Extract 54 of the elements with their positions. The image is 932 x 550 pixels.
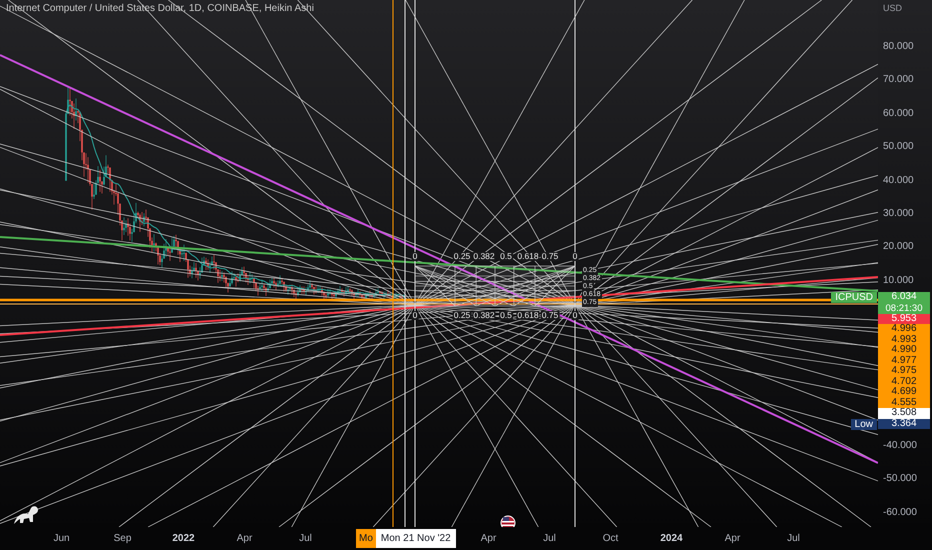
price-value: 3.364 (891, 418, 917, 429)
fib-level-label: 0 (572, 252, 578, 261)
time-axis-label: Jul (542, 533, 557, 544)
dinosaur-icon (14, 506, 38, 524)
price-tick-label: 40.000 (883, 174, 914, 186)
price-value: 4.975 (891, 366, 917, 376)
fib-level-label: 0.382 (472, 311, 496, 320)
time-axis-label: Sep (112, 533, 132, 544)
price-tick-label: -60.000 (883, 506, 917, 518)
time-axis-label: Apr (236, 533, 254, 544)
price-tick-label: -50.000 (883, 473, 917, 484)
currency-label: USD (883, 3, 902, 13)
countdown-time: 08:21:30 (886, 302, 922, 314)
price-tick-label: 10.000 (883, 274, 914, 286)
price-value: 6.034 (891, 292, 917, 302)
time-axis-label: Jun (52, 533, 71, 544)
fib-level-label: 0 (572, 311, 578, 320)
time-axis-label: Apr (724, 533, 742, 544)
price-value: 4.993 (891, 334, 917, 345)
price-tick-label: -40.000 (883, 440, 917, 451)
price-tick-label: 30.000 (883, 208, 914, 219)
price-tick-label: 70.000 (883, 74, 914, 86)
price-value: 4.977 (891, 356, 917, 366)
price-value: 4.699 (891, 387, 917, 398)
fib-level-label: 0.75 (540, 252, 560, 261)
fib-level-label: 0.618 (516, 311, 540, 320)
price-value: 3.508 (891, 408, 917, 418)
fib-level-label: 0.25 (452, 252, 472, 261)
price-value: 4.555 (891, 398, 917, 408)
price-value: 4.702 (891, 376, 917, 387)
symbol-tag: ICPUSD (831, 292, 877, 303)
price-tick-label: 50.000 (883, 141, 914, 152)
time-axis-label: 2022 (171, 533, 196, 544)
cursor-marker: Mo (356, 529, 376, 548)
fib-level-label: 0.382 (472, 252, 496, 261)
fib-level-label: 0 (412, 252, 418, 261)
price-value: 5.953 (891, 314, 917, 324)
cursor-date-label: Mon 21 Nov '22 (376, 529, 456, 548)
price-tick-label: 60.000 (883, 108, 914, 119)
price-tick-label: 80.000 (883, 41, 914, 52)
fib-level-label: 0.618 (516, 252, 540, 261)
fib-level-label: 0.5 (499, 311, 513, 320)
fib-level-label: 0.5 (499, 252, 513, 261)
time-axis-label: Oct (602, 533, 620, 544)
time-axis-label: 2024 (659, 533, 684, 544)
time-axis-label: Jul (298, 533, 313, 544)
time-axis-label: Jul (786, 533, 801, 544)
time-axis-label: Apr (480, 533, 498, 544)
price-value: 4.996 (891, 324, 917, 334)
fib-level-label: 0 (412, 311, 418, 320)
fib-level-label: 0.75 (540, 311, 560, 320)
price-tick-label: 20.000 (883, 241, 914, 252)
price-value: 4.990 (891, 345, 917, 356)
fib-level-label: 0.25 (452, 311, 472, 320)
